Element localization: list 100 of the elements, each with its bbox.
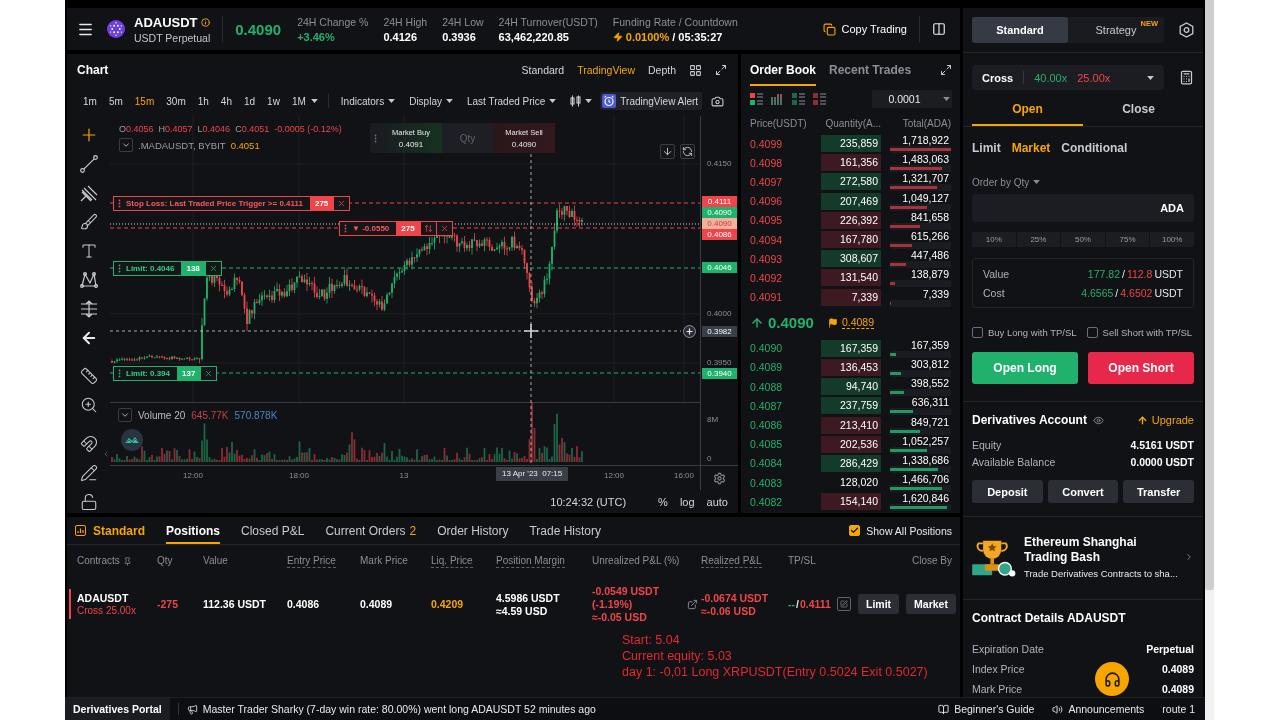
zoom-in-icon[interactable]	[79, 395, 98, 414]
sync-icon[interactable]	[680, 144, 695, 159]
settings-icon[interactable]	[1179, 22, 1194, 38]
grip-icon[interactable]	[118, 199, 121, 208]
book-price[interactable]: 0.4092	[750, 271, 821, 284]
book-price[interactable]: 0.4082	[750, 495, 821, 508]
bid-list-icon[interactable]	[792, 93, 805, 105]
qty-mode-select[interactable]: Order by Qty	[972, 176, 1041, 188]
book-price[interactable]: 0.4085	[750, 438, 821, 451]
percent-option[interactable]: 25%	[1016, 232, 1061, 247]
chart-menu-button[interactable]: Indicators	[340, 95, 396, 107]
copy-trading-button[interactable]: Copy Trading	[822, 22, 907, 36]
unlock-icon[interactable]	[79, 492, 98, 511]
interval-tab[interactable]: 30m	[166, 95, 186, 107]
book-price[interactable]: 0.4098	[750, 156, 821, 169]
qty-input[interactable]: Qty	[442, 131, 493, 145]
grip-icon[interactable]	[118, 264, 121, 273]
book-price[interactable]: 0.4095	[750, 214, 821, 227]
interval-tab[interactable]: 1m	[83, 95, 97, 107]
candlestick-icon[interactable]	[570, 95, 582, 107]
mode-tab[interactable]: Standard	[972, 17, 1068, 43]
interval-tab[interactable]: 1M	[291, 95, 306, 107]
account-mode-button[interactable]: Standard	[75, 517, 145, 544]
camera-icon[interactable]	[711, 94, 725, 108]
zigzag-pattern-icon[interactable]	[79, 270, 98, 289]
order-line-tag[interactable]: ▼ -0.0550 275	[339, 221, 453, 236]
status-link[interactable]: Beginner's Guide	[938, 703, 1035, 715]
percent-option[interactable]: 75%	[1105, 232, 1150, 247]
interval-tab[interactable]: 4h	[220, 95, 232, 107]
account-button[interactable]: Convert	[1047, 480, 1119, 503]
split-view-icon[interactable]	[932, 22, 946, 36]
open-close-tab[interactable]: Close	[1083, 94, 1194, 126]
book-price[interactable]: 0.4091	[750, 291, 821, 304]
book-price[interactable]: 0.4090	[750, 342, 821, 355]
percent-option[interactable]: 50%	[1061, 232, 1105, 247]
interval-tab[interactable]: 1d	[243, 95, 256, 107]
pin-icon[interactable]	[122, 556, 132, 566]
scale-toggle[interactable]: log	[679, 495, 695, 508]
chevron-right-icon[interactable]	[1184, 552, 1194, 562]
share-icon[interactable]	[687, 598, 699, 610]
interval-tab[interactable]: 1w	[267, 95, 280, 107]
percent-option[interactable]: 10%	[972, 232, 1016, 247]
scrollbar[interactable]	[1205, 0, 1214, 720]
text-icon[interactable]	[79, 241, 98, 260]
ruler-icon[interactable]	[79, 366, 98, 385]
positions-tab[interactable]: Closed P&L	[241, 517, 305, 544]
book-price[interactable]: 0.4084	[750, 457, 821, 470]
upgrade-link[interactable]: Upgrade	[1136, 414, 1194, 426]
measure-lines-icon[interactable]	[79, 299, 98, 318]
eye-icon[interactable]	[1092, 414, 1104, 426]
checkbox[interactable]	[849, 525, 861, 536]
tpsl-value[interactable]: --/0.4111	[788, 598, 831, 610]
trend-line-icon[interactable]	[79, 154, 98, 173]
split-list-icon[interactable]	[750, 93, 763, 105]
promo-title[interactable]: Ethereum Shanghai Trading Bash	[1024, 535, 1176, 565]
book-price[interactable]: 0.4094	[750, 233, 821, 246]
order-line-tag[interactable]: Limit: 0.4046 138	[113, 261, 222, 276]
order-book-tab[interactable]: Order Book	[750, 54, 816, 86]
scale-toggle[interactable]: %	[658, 495, 668, 508]
grip-icon[interactable]	[344, 224, 347, 233]
chevron-down-icon[interactable]	[118, 408, 132, 422]
arrow-down-icon[interactable]	[660, 144, 675, 159]
edit-icon[interactable]	[836, 597, 851, 611]
grid-layout-icon[interactable]	[689, 63, 702, 77]
precision-select[interactable]: 0.0001	[872, 90, 952, 108]
magnet-icon[interactable]	[79, 434, 98, 453]
pitchfork-icon[interactable]	[79, 183, 98, 202]
close-position-button[interactable]: Market	[906, 594, 956, 614]
chart-menu-button[interactable]: Display	[409, 95, 453, 107]
chart-view-tab[interactable]: Depth	[647, 64, 676, 76]
chart-menu-button[interactable]: Last Traded Price	[466, 95, 557, 107]
order-type-tab[interactable]: Conditional	[1061, 140, 1128, 156]
positions-tab[interactable]: Order History	[437, 517, 509, 544]
chart-view-tab[interactable]: Standard	[521, 64, 565, 76]
contract-symbol[interactable]: ADAUSDT	[77, 592, 157, 604]
chevron-down-icon[interactable]	[119, 138, 133, 152]
expand-icon[interactable]	[715, 64, 727, 76]
order-book-tab[interactable]: Recent Trades	[829, 54, 912, 86]
expand-icon[interactable]	[940, 64, 952, 76]
open-short-button[interactable]: Open Short	[1088, 352, 1194, 384]
chart-view-tab[interactable]: TradingView	[577, 64, 635, 76]
book-price[interactable]: 0.4099	[750, 137, 821, 150]
scale-toggle[interactable]: auto	[706, 495, 728, 508]
bar-columns-icon[interactable]	[771, 93, 784, 105]
positions-tab[interactable]: Positions	[166, 517, 221, 544]
alert-button[interactable]: TradingView Alert	[600, 92, 703, 110]
positions-tab[interactable]: Current Orders 2	[325, 517, 417, 544]
order-type-tab[interactable]: Market	[1011, 140, 1051, 156]
portal-button[interactable]: Derivatives Portal	[65, 698, 170, 720]
brush-icon[interactable]	[79, 212, 98, 231]
percent-option[interactable]: 100%	[1150, 232, 1194, 247]
settings-icon[interactable]	[713, 471, 726, 485]
order-type-tab[interactable]: Limit	[972, 140, 1001, 156]
leverage-selector[interactable]: Cross 40.00x 25.00x	[972, 65, 1164, 90]
account-button[interactable]: Deposit	[972, 480, 1043, 503]
caret-icon[interactable]	[585, 99, 593, 103]
account-button[interactable]: Transfer	[1123, 480, 1194, 503]
book-price[interactable]: 0.4086	[750, 419, 821, 432]
symbol-name[interactable]: ADAUSDT	[134, 14, 198, 30]
checkbox[interactable]	[1086, 327, 1098, 338]
